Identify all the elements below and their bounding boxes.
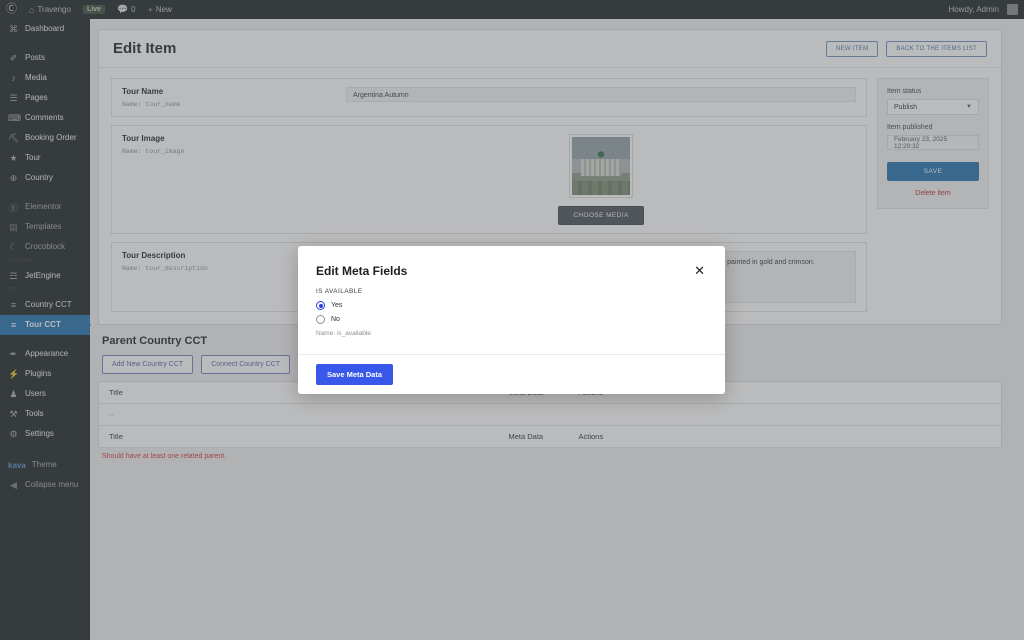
- radio-button-icon[interactable]: [316, 301, 325, 310]
- modal-body: IS AVAILABLE Yes No Name: is_available: [298, 278, 725, 354]
- is-available-legend: IS AVAILABLE: [316, 288, 363, 295]
- is-available-radio-group: Yes No: [316, 301, 707, 324]
- radio-option-yes[interactable]: Yes: [316, 301, 707, 310]
- modal-footer: Save Meta Data: [298, 354, 725, 394]
- modal-title: Edit Meta Fields: [316, 264, 408, 278]
- radio-option-label: No: [331, 316, 340, 323]
- modal-header: Edit Meta Fields ✕: [298, 246, 725, 278]
- radio-option-label: Yes: [331, 302, 343, 309]
- close-icon[interactable]: ✕: [692, 264, 707, 277]
- edit-meta-fields-modal: Edit Meta Fields ✕ IS AVAILABLE Yes No Na…: [298, 246, 725, 394]
- radio-button-icon[interactable]: [316, 315, 325, 324]
- save-meta-data-button[interactable]: Save Meta Data: [316, 364, 394, 385]
- is-available-name-hint: Name: is_available: [316, 330, 371, 337]
- radio-option-no[interactable]: No: [316, 315, 707, 324]
